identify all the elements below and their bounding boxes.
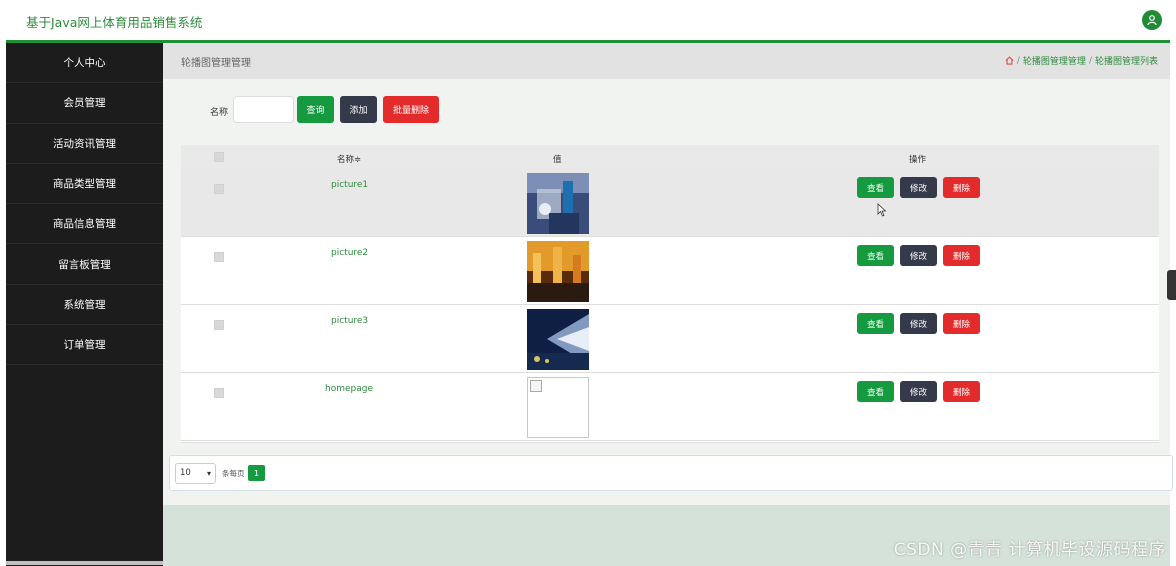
table-row: picture3 查看 修改 删除: [181, 305, 1159, 373]
sidebar-item-product-info[interactable]: 商品信息管理: [6, 204, 163, 245]
sidebar-item-product-types[interactable]: 商品类型管理: [6, 164, 163, 205]
row-checkbox[interactable]: [214, 320, 224, 330]
column-header-value: 值: [553, 155, 562, 165]
breadcrumb-level1[interactable]: 轮播图管理管理: [1023, 54, 1086, 67]
delete-button[interactable]: 删除: [943, 245, 980, 266]
query-button[interactable]: 查询: [297, 96, 334, 123]
page-size-value: 10: [180, 468, 191, 478]
table-row: picture1 查看 修改 删除: [181, 169, 1159, 237]
banner-table: 名称≑ 值 操作 picture1 查看 修改 删除 picture2 查看 修…: [181, 145, 1159, 443]
page-number-button[interactable]: 1: [248, 465, 265, 481]
row-image: [527, 241, 589, 302]
delete-button[interactable]: 删除: [943, 381, 980, 402]
edit-button[interactable]: 修改: [900, 313, 937, 334]
mouse-cursor-icon: [877, 203, 887, 217]
view-button[interactable]: 查看: [857, 245, 894, 266]
per-page-label: 条每页: [222, 469, 245, 478]
view-button[interactable]: 查看: [857, 177, 894, 198]
home-icon[interactable]: [1005, 56, 1014, 65]
breadcrumb-separator: /: [1088, 55, 1092, 66]
view-button[interactable]: 查看: [857, 313, 894, 334]
sidebar-item-personal-center[interactable]: 个人中心: [6, 43, 163, 84]
edit-button[interactable]: 修改: [900, 381, 937, 402]
row-checkbox[interactable]: [214, 388, 224, 398]
chevron-down-icon: ▾: [206, 469, 211, 478]
row-name: homepage: [325, 384, 373, 394]
sidebar-item-activity-news[interactable]: 活动资讯管理: [6, 124, 163, 164]
column-header-actions: 操作: [909, 155, 927, 165]
page-size-select[interactable]: 10 ▾: [175, 463, 216, 484]
delete-button[interactable]: 删除: [943, 177, 980, 198]
table-row: homepage 查看 修改 删除: [181, 373, 1159, 441]
row-image: [527, 173, 589, 234]
app-window: 基于Java网上体育用品销售系统 个人中心 会员管理 活动资讯管理 商品类型管理…: [0, 0, 1176, 566]
user-icon[interactable]: [1142, 10, 1162, 30]
table-row: picture2 查看 修改 删除: [181, 237, 1159, 305]
column-header-name[interactable]: 名称≑: [337, 153, 361, 165]
sidebar-item-label: 个人中心: [63, 57, 106, 70]
app-title: 基于Java网上体育用品销售系统: [26, 15, 203, 30]
pagination: 10 ▾ 条每页 1: [169, 455, 1173, 491]
row-checkbox[interactable]: [214, 184, 224, 194]
sidebar-item-system[interactable]: 系统管理: [6, 285, 163, 326]
page-header: 轮播图管理管理 / 轮播图管理管理 / 轮播图管理列表: [163, 43, 1170, 79]
sidebar-item-label: 活动资讯管理: [53, 137, 116, 150]
page-title: 轮播图管理管理: [181, 58, 251, 69]
row-image: [527, 309, 589, 370]
table-header: 名称≑ 值 操作: [181, 145, 1159, 169]
add-button[interactable]: 添加: [340, 96, 377, 123]
row-name: picture3: [331, 316, 369, 326]
sidebar-item-label: 商品信息管理: [53, 218, 116, 231]
sidebar-item-label: 订单管理: [63, 339, 106, 352]
watermark: CSDN @青青 计算机毕设源码程序: [893, 540, 1166, 560]
top-bar: 基于Java网上体育用品销售系统: [6, 0, 1170, 40]
edit-button[interactable]: 修改: [900, 177, 937, 198]
view-button[interactable]: 查看: [857, 381, 894, 402]
broken-image-icon: [527, 377, 589, 438]
breadcrumb: / 轮播图管理管理 / 轮播图管理列表: [1005, 54, 1158, 67]
sidebar-item-orders[interactable]: 订单管理: [6, 325, 163, 366]
delete-button[interactable]: 删除: [943, 313, 980, 334]
sidebar-item-message-board[interactable]: 留言板管理: [6, 244, 163, 285]
row-name: picture1: [331, 180, 369, 190]
batch-delete-button[interactable]: 批量删除: [383, 96, 439, 123]
sidebar: 个人中心 会员管理 活动资讯管理 商品类型管理 商品信息管理 留言板管理 系统管…: [6, 43, 244, 566]
sidebar-item-members[interactable]: 会员管理: [6, 83, 163, 124]
main-content: 轮播图管理管理 / 轮播图管理管理 / 轮播图管理列表 名称 查询 添加 批量删…: [163, 43, 1173, 566]
row-name: picture2: [331, 248, 369, 258]
breadcrumb-separator: /: [1016, 55, 1020, 66]
row-checkbox[interactable]: [214, 252, 224, 262]
edit-button[interactable]: 修改: [900, 245, 937, 266]
sidebar-item-label: 商品类型管理: [53, 178, 116, 191]
sidebar-item-label: 留言板管理: [58, 258, 111, 271]
sidebar-item-label: 会员管理: [63, 97, 106, 110]
breadcrumb-level2: 轮播图管理列表: [1094, 57, 1158, 67]
select-all-checkbox[interactable]: [214, 152, 224, 162]
sidebar-item-label: 系统管理: [63, 298, 106, 311]
collapse-handle[interactable]: [1167, 270, 1176, 300]
name-label: 名称: [210, 108, 229, 118]
search-bar: 名称 查询 添加 批量删除: [163, 96, 563, 124]
name-search-input[interactable]: [233, 96, 294, 123]
